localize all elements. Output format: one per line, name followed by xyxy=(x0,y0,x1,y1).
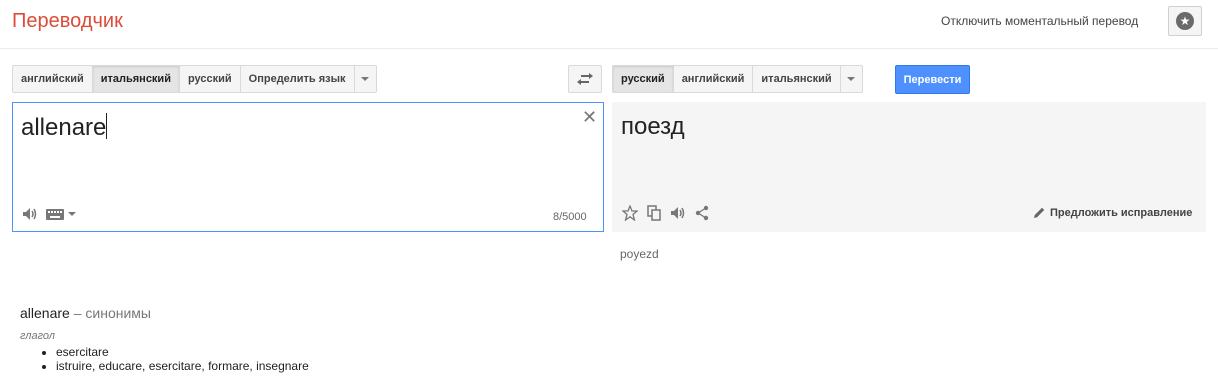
star-outline-icon[interactable] xyxy=(622,205,638,221)
part-of-speech: глагол xyxy=(20,330,56,342)
character-count: 8/5000 xyxy=(553,211,587,223)
source-text-value: allenare xyxy=(21,114,107,141)
share-icon[interactable] xyxy=(694,205,710,221)
source-lang-dropdown[interactable] xyxy=(354,65,377,93)
phrasebook-button[interactable]: ★ xyxy=(1168,6,1202,36)
synonyms-word: allenare xyxy=(20,305,70,321)
list-item[interactable]: istruire, educare, esercitare, formare, … xyxy=(56,359,309,373)
synonyms-list: esercitare istruire, educare, esercitare… xyxy=(38,345,309,373)
speaker-icon[interactable] xyxy=(22,207,38,221)
chevron-down-icon xyxy=(68,212,76,216)
translate-button[interactable]: Перевести xyxy=(895,65,970,94)
pencil-icon xyxy=(1034,207,1045,218)
source-language-bar: английский итальянский русский Определит… xyxy=(12,65,377,93)
header-bar: Переводчик Отключить моментальный перево… xyxy=(0,0,1218,49)
copy-icon[interactable] xyxy=(646,205,662,221)
transliteration: poyezd xyxy=(620,247,659,261)
target-language-bar: русский английский итальянский xyxy=(612,65,863,93)
chevron-down-icon xyxy=(361,77,370,81)
text-cursor xyxy=(106,113,108,139)
close-icon[interactable]: ✕ xyxy=(582,107,597,128)
chevron-down-icon xyxy=(847,77,856,81)
suggest-edit-label: Предложить исправление xyxy=(1050,206,1193,219)
source-lang-detect[interactable]: Определить язык xyxy=(240,65,355,93)
translation-tools xyxy=(622,205,710,221)
keyboard-icon[interactable] xyxy=(46,208,76,220)
synonyms-heading: allenare – синонимы xyxy=(20,305,151,321)
swap-icon xyxy=(577,73,593,85)
star-circle-icon: ★ xyxy=(1176,12,1194,30)
translation-text: поезд xyxy=(621,113,685,140)
translation-output: поезд Предложить исправление xyxy=(612,102,1206,232)
target-lang-italian[interactable]: итальянский xyxy=(753,65,841,93)
synonyms-label: – синонимы xyxy=(73,305,151,321)
suggest-edit-link[interactable]: Предложить исправление xyxy=(1033,206,1192,219)
source-lang-english[interactable]: английский xyxy=(12,65,93,93)
swap-languages-button[interactable] xyxy=(568,65,602,93)
source-text[interactable]: allenare xyxy=(21,113,108,142)
target-lang-dropdown[interactable] xyxy=(840,65,863,93)
instant-translation-toggle[interactable]: Отключить моментальный перевод xyxy=(941,14,1138,28)
target-lang-english[interactable]: английский xyxy=(673,65,754,93)
source-text-area[interactable]: allenare ✕ 8/5000 xyxy=(12,102,604,232)
source-lang-italian[interactable]: итальянский xyxy=(92,65,180,93)
target-lang-russian[interactable]: русский xyxy=(612,65,674,93)
speaker-icon[interactable] xyxy=(670,206,686,220)
list-item[interactable]: esercitare xyxy=(56,345,309,359)
source-lang-russian[interactable]: русский xyxy=(179,65,241,93)
app-logo[interactable]: Переводчик xyxy=(12,10,123,33)
source-tools xyxy=(22,207,76,221)
